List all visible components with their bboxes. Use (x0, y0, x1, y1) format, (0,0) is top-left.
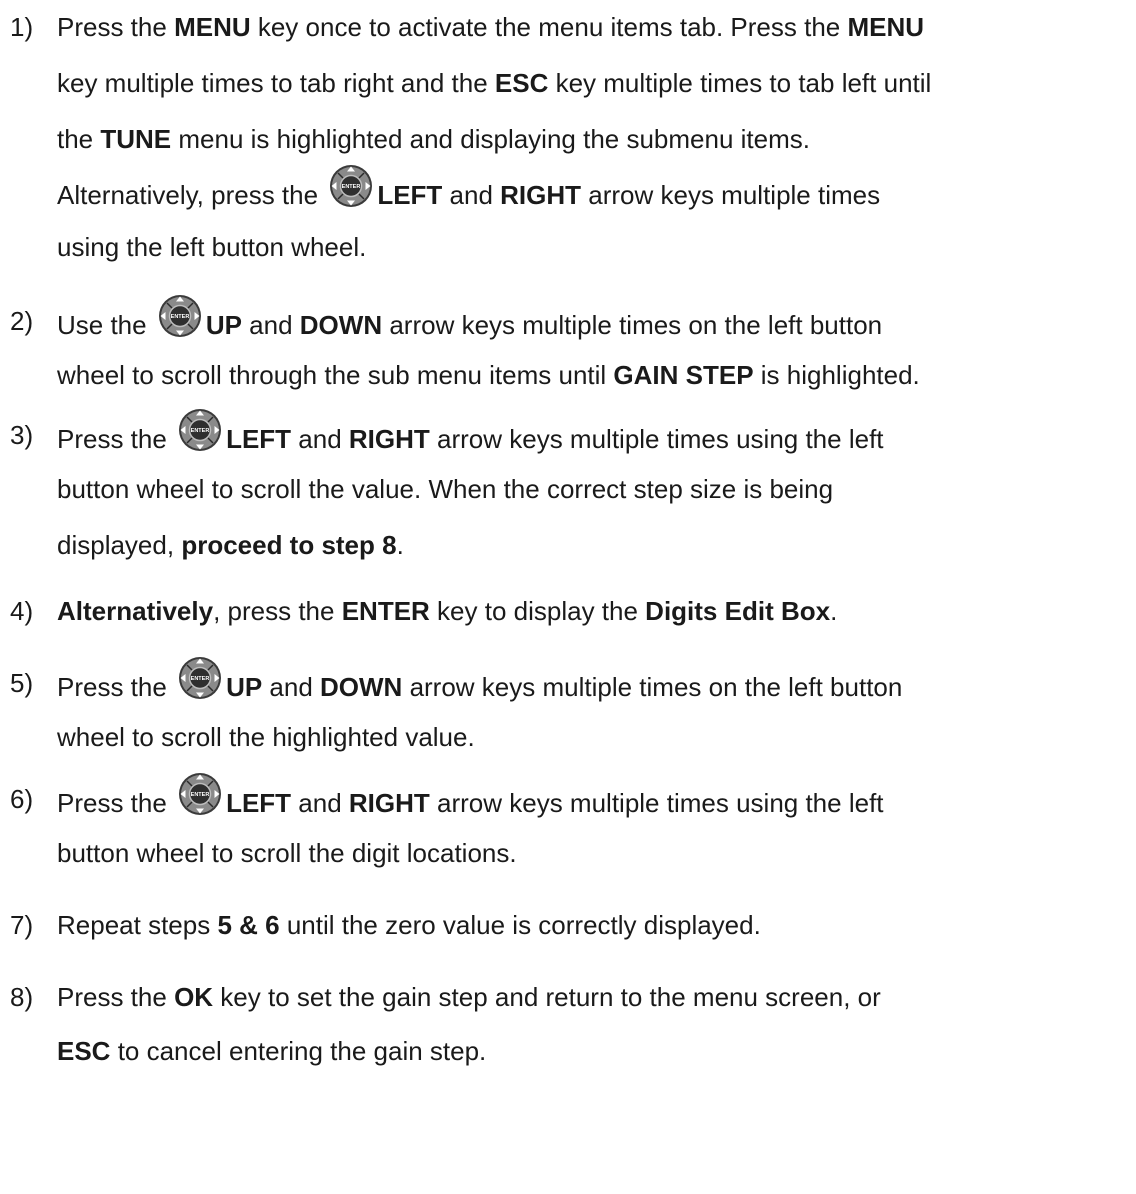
svg-text:ENTER: ENTER (191, 428, 210, 434)
text-run: Press the (57, 12, 175, 42)
svg-text:ENTER: ENTER (171, 314, 190, 320)
bold-term: DOWN (299, 310, 383, 340)
text-run: key to display the (429, 596, 646, 626)
button-wheel-icon: ENTER (329, 164, 373, 208)
svg-text:ENTER: ENTER (191, 676, 210, 682)
bold-term: 5 & 6 (217, 910, 280, 940)
bold-term: MENU (174, 12, 251, 42)
text-run: Alternatively, press the (57, 180, 326, 210)
bold-term: RIGHT (500, 180, 582, 210)
step-number: 2) (10, 306, 34, 336)
button-wheel-icon: ENTER (178, 772, 222, 816)
step-line: Press the ENTER LEFT and RIGHT arrow keys… (57, 408, 884, 466)
text-run: Press the (57, 424, 175, 454)
button-wheel-icon: ENTER (158, 294, 202, 338)
text-run: and (241, 310, 300, 340)
button-wheel-icon: ENTER (178, 408, 222, 452)
text-run: and (442, 180, 501, 210)
step-line: the TUNE menu is highlighted and display… (57, 112, 810, 166)
text-run: the (57, 124, 101, 154)
text-run: , press the (213, 596, 342, 626)
bold-term: ESC (57, 1036, 111, 1066)
bold-term: UP (226, 672, 263, 702)
step-line: Alternatively, press the ENTER LEFT and R… (57, 164, 880, 222)
text-run: arrow keys multiple times (581, 180, 881, 210)
text-run: button wheel to scroll the value. When t… (57, 474, 834, 504)
step-number: 6) (10, 784, 34, 814)
text-run: to cancel entering the gain step. (110, 1036, 487, 1066)
text-run: and (291, 424, 349, 454)
text-run: until the zero value is correctly displa… (279, 910, 761, 940)
bold-term: GAIN STEP (613, 360, 754, 390)
bold-term: LEFT (226, 788, 292, 818)
text-run: . (830, 596, 838, 626)
text-run: button wheel to scroll the digit locatio… (57, 838, 517, 868)
step-number: 4) (10, 596, 34, 626)
step-line: displayed, proceed to step 8. (57, 518, 404, 572)
bold-term: TUNE (100, 124, 172, 154)
step-number: 1) (10, 12, 34, 42)
bold-term: Digits Edit Box (645, 596, 831, 626)
step-line: Press the OK key to set the gain step an… (57, 970, 881, 1024)
text-run: Press the (57, 788, 175, 818)
bold-term: ENTER (341, 596, 430, 626)
step-line: Alternatively, press the ENTER key to di… (57, 584, 837, 638)
step-number: 3) (10, 420, 34, 450)
text-run: using the left button wheel. (57, 232, 367, 262)
bold-term: DOWN (320, 672, 403, 702)
step-line: Use the ENTER UP and DOWN arrow keys mult… (57, 294, 882, 352)
step-line: ESC to cancel entering the gain step. (57, 1024, 486, 1078)
text-run: key once to activate the menu items tab.… (250, 12, 848, 42)
step-line: button wheel to scroll the digit locatio… (57, 826, 517, 880)
text-run: Press the (57, 982, 175, 1012)
svg-text:ENTER: ENTER (342, 184, 361, 190)
bold-term: LEFT (226, 424, 292, 454)
step-line: Press the MENU key once to activate the … (57, 0, 924, 54)
text-run: wheel to scroll the highlighted value. (57, 722, 475, 752)
bold-term: UP (205, 310, 242, 340)
step-number: 5) (10, 668, 34, 698)
text-run: arrow keys multiple times on the left bu… (402, 672, 903, 702)
bold-term: OK (174, 982, 214, 1012)
step-line: wheel to scroll through the sub menu ite… (57, 348, 920, 402)
text-run: Use the (57, 310, 154, 340)
bold-term: proceed to step 8 (181, 530, 397, 560)
text-run: is highlighted. (753, 360, 920, 390)
text-run: key multiple times to tab right and the (57, 68, 495, 98)
step-line: wheel to scroll the highlighted value. (57, 710, 475, 764)
bold-term: MENU (847, 12, 925, 42)
text-run: key to set the gain step and return to t… (213, 982, 881, 1012)
text-run: wheel to scroll through the sub menu ite… (57, 360, 614, 390)
text-run: Repeat steps (57, 910, 218, 940)
bold-term: LEFT (377, 180, 443, 210)
text-run: key multiple times to tab left until (548, 68, 932, 98)
bold-term: RIGHT (348, 788, 430, 818)
step-number: 8) (10, 982, 34, 1012)
text-run: and (291, 788, 349, 818)
text-run: Press the (57, 672, 175, 702)
step-line: using the left button wheel. (57, 220, 366, 274)
step-line: Press the ENTER LEFT and RIGHT arrow keys… (57, 772, 884, 830)
text-run: arrow keys multiple times using the left (429, 788, 884, 818)
bold-term: Alternatively (57, 596, 214, 626)
button-wheel-icon: ENTER (178, 656, 222, 700)
text-run: displayed, (57, 530, 182, 560)
step-line: Repeat steps 5 & 6 until the zero value … (57, 898, 761, 952)
text-run: menu is highlighted and displaying the s… (171, 124, 810, 154)
step-number: 7) (10, 910, 34, 940)
text-run: arrow keys multiple times on the left bu… (382, 310, 883, 340)
text-run: and (262, 672, 321, 702)
bold-term: ESC (494, 68, 549, 98)
step-line: Press the ENTER UP and DOWN arrow keys mu… (57, 656, 902, 714)
instruction-document: 1) Press the MENU key once to activate t… (0, 0, 1136, 1194)
step-line: key multiple times to tab right and the … (57, 56, 931, 110)
step-line: button wheel to scroll the value. When t… (57, 462, 833, 516)
text-run: . (396, 530, 404, 560)
bold-term: RIGHT (348, 424, 430, 454)
text-run: arrow keys multiple times using the left (429, 424, 884, 454)
svg-text:ENTER: ENTER (191, 792, 210, 798)
